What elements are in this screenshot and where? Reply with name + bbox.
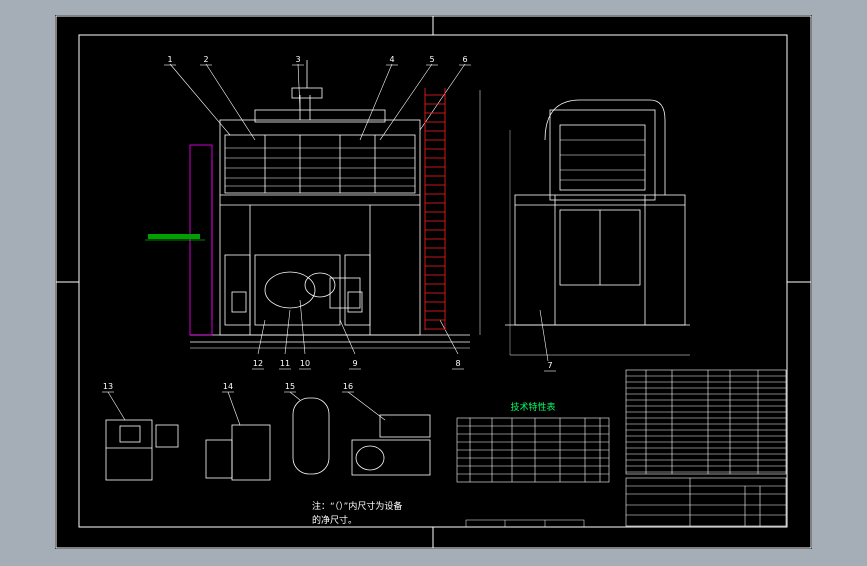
cad-viewport: 1 2 3 4 5 6 12 11 10 9 8 7 13 14 15 16 技术特性表 注：“（）”内尺寸为… [0, 0, 867, 562]
callout-11: 11 [280, 359, 290, 368]
table-title: 技术特性表 [510, 401, 555, 413]
callout-15: 15 [285, 382, 295, 391]
note-line-2: 的净尺寸。 [312, 516, 358, 526]
callout-8: 8 [455, 359, 460, 368]
callout-13: 13 [103, 382, 113, 391]
callout-6: 6 [462, 55, 467, 64]
callout-5: 5 [429, 55, 434, 64]
callout-7: 7 [547, 361, 552, 370]
callout-3: 3 [295, 55, 300, 64]
callout-1: 1 [167, 55, 172, 64]
callout-2: 2 [203, 55, 208, 64]
callout-9: 9 [352, 359, 357, 368]
drawing-sheet: 1 2 3 4 5 612 11 10 9 8 713 14 15 16 技术特性表 [55, 15, 812, 549]
callout-14: 14 [223, 382, 233, 391]
callout-4: 4 [389, 55, 394, 64]
note-line-1: 注：“（）”内尺寸为设备 [312, 502, 403, 512]
callout-16: 16 [343, 382, 353, 391]
callout-12: 12 [253, 359, 263, 368]
callout-10: 10 [300, 359, 310, 368]
